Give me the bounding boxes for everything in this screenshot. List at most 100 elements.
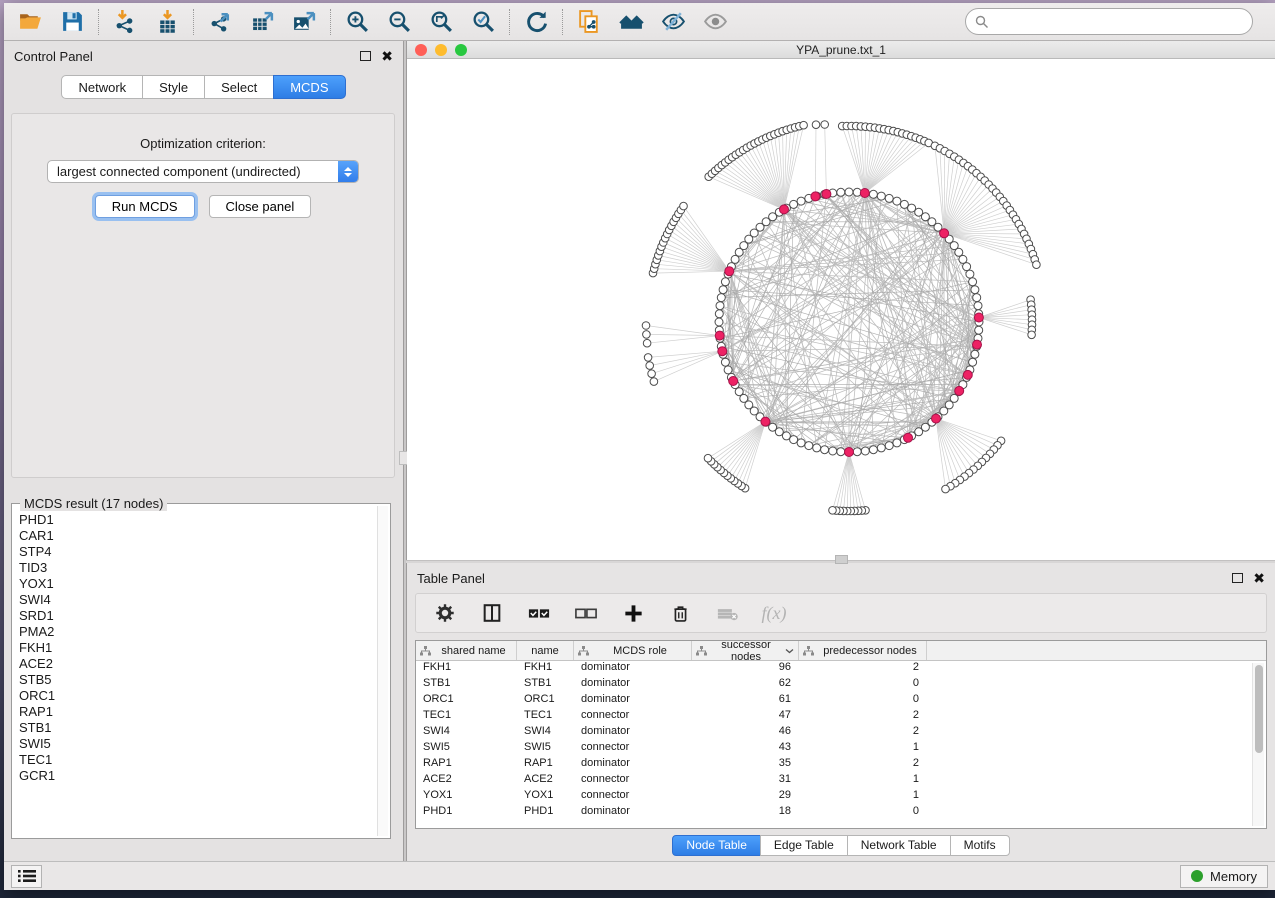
table-row[interactable]: ACE2ACE2connector311 bbox=[416, 773, 1266, 789]
column-header-successor-nodes[interactable]: successor nodes bbox=[692, 641, 799, 660]
column-header-predecessor-nodes[interactable]: predecessor nodes bbox=[799, 641, 927, 660]
memory-status-icon bbox=[1191, 870, 1203, 882]
zoom-selected-icon bbox=[471, 9, 496, 34]
table-row[interactable]: TEC1TEC1connector472 bbox=[416, 709, 1266, 725]
table-cell: ORC1 bbox=[416, 693, 517, 709]
show-panels-button[interactable] bbox=[11, 865, 42, 888]
tab-motifs[interactable]: Motifs bbox=[950, 835, 1010, 856]
horizontal-splitter[interactable] bbox=[406, 560, 1275, 563]
delete-table-button[interactable] bbox=[714, 600, 740, 626]
mcds-result-item[interactable]: STB1 bbox=[14, 720, 376, 736]
table-row[interactable]: YOX1YOX1connector291 bbox=[416, 789, 1266, 805]
table-cell: 43 bbox=[692, 741, 799, 757]
table-cell: connector bbox=[574, 789, 692, 805]
zoom-in-button[interactable] bbox=[343, 8, 371, 36]
show-columns-button[interactable] bbox=[479, 600, 505, 626]
search-input[interactable] bbox=[995, 12, 1252, 32]
table-cell: 2 bbox=[799, 725, 927, 741]
optimization-criterion-select[interactable]: largest connected component (undirected) bbox=[47, 160, 359, 183]
add-column-button[interactable] bbox=[620, 600, 646, 626]
select-all-button[interactable] bbox=[526, 600, 552, 626]
open-session-button[interactable] bbox=[16, 8, 44, 36]
table-scrollbar[interactable] bbox=[1252, 663, 1264, 826]
mcds-result-item[interactable]: GCR1 bbox=[14, 768, 376, 784]
table-cell: PHD1 bbox=[517, 805, 574, 821]
export-network-button[interactable] bbox=[206, 8, 234, 36]
table-row[interactable]: SWI5SWI5connector431 bbox=[416, 741, 1266, 757]
table-cell: ORC1 bbox=[517, 693, 574, 709]
delete-column-button[interactable] bbox=[667, 600, 693, 626]
tab-node-table[interactable]: Node Table bbox=[672, 835, 761, 856]
deselect-all-button[interactable] bbox=[573, 600, 599, 626]
first-neighbors-button[interactable] bbox=[617, 8, 645, 36]
close-panel-icon[interactable]: ✖ bbox=[1253, 573, 1265, 583]
column-header-shared-name[interactable]: shared name bbox=[416, 641, 517, 660]
hide-selected-button[interactable] bbox=[659, 8, 687, 36]
mcds-result-item[interactable]: ORC1 bbox=[14, 688, 376, 704]
table-row[interactable]: SWI4SWI4dominator462 bbox=[416, 725, 1266, 741]
mcds-result-item[interactable]: SWI5 bbox=[14, 736, 376, 752]
run-mcds-button[interactable]: Run MCDS bbox=[95, 195, 195, 218]
network-canvas[interactable] bbox=[407, 59, 1275, 560]
tab-style[interactable]: Style bbox=[142, 75, 205, 99]
mcds-result-item[interactable]: PMA2 bbox=[14, 624, 376, 640]
table-row[interactable]: PHD1PHD1dominator180 bbox=[416, 805, 1266, 821]
new-network-from-selection-button[interactable] bbox=[575, 8, 603, 36]
zoom-fit-button[interactable] bbox=[427, 8, 455, 36]
table-scrollbar-thumb[interactable] bbox=[1255, 665, 1263, 753]
node-table[interactable]: shared namenameMCDS rolesuccessor nodesp… bbox=[415, 640, 1267, 829]
import-network-button[interactable] bbox=[111, 8, 139, 36]
show-all-button[interactable] bbox=[701, 8, 729, 36]
mcds-result-list[interactable]: PHD1CAR1STP4TID3YOX1SWI4SRD1PMA2FKH1ACE2… bbox=[14, 512, 376, 836]
table-row[interactable]: STB1STB1dominator620 bbox=[416, 677, 1266, 693]
mcds-result-item[interactable]: ACE2 bbox=[14, 656, 376, 672]
mcds-list-scrollbar[interactable] bbox=[377, 506, 388, 836]
mcds-result-item[interactable]: PHD1 bbox=[14, 512, 376, 528]
table-row[interactable]: ORC1ORC1dominator610 bbox=[416, 693, 1266, 709]
search-field[interactable] bbox=[965, 8, 1253, 35]
export-image-button[interactable] bbox=[290, 8, 318, 36]
mcds-result-item[interactable]: TID3 bbox=[14, 560, 376, 576]
status-bar: Memory bbox=[4, 861, 1275, 890]
function-builder-button[interactable]: f(x) bbox=[761, 600, 787, 626]
main-toolbar bbox=[4, 3, 1275, 41]
mcds-result-item[interactable]: TEC1 bbox=[14, 752, 376, 768]
save-session-button[interactable] bbox=[58, 8, 86, 36]
column-header-MCDS-role[interactable]: MCDS role bbox=[574, 641, 692, 660]
close-panel-icon[interactable]: ✖ bbox=[381, 51, 393, 61]
tab-network[interactable]: Network bbox=[61, 75, 143, 99]
table-row[interactable]: RAP1RAP1dominator352 bbox=[416, 757, 1266, 773]
splitter-grip[interactable] bbox=[835, 555, 848, 564]
table-options-button[interactable] bbox=[432, 600, 458, 626]
mcds-result-item[interactable]: CAR1 bbox=[14, 528, 376, 544]
tab-select[interactable]: Select bbox=[204, 75, 274, 99]
column-header-name[interactable]: name bbox=[517, 641, 574, 660]
tab-edge-table[interactable]: Edge Table bbox=[760, 835, 848, 856]
mcds-result-item[interactable]: SRD1 bbox=[14, 608, 376, 624]
float-panel-icon[interactable] bbox=[360, 51, 371, 61]
zoom-out-button[interactable] bbox=[385, 8, 413, 36]
mcds-result-item[interactable]: SWI4 bbox=[14, 592, 376, 608]
mcds-result-item[interactable]: STB5 bbox=[14, 672, 376, 688]
import-table-button[interactable] bbox=[153, 8, 181, 36]
table-cell: 62 bbox=[692, 677, 799, 693]
apply-layout-button[interactable] bbox=[522, 8, 550, 36]
memory-button[interactable]: Memory bbox=[1180, 865, 1268, 888]
table-row[interactable]: FKH1FKH1dominator962 bbox=[416, 661, 1266, 677]
float-panel-icon[interactable] bbox=[1232, 573, 1243, 583]
tab-mcds[interactable]: MCDS bbox=[273, 75, 345, 99]
network-view-window: YPA_prune.txt_1 bbox=[406, 41, 1275, 560]
export-network-icon bbox=[208, 9, 233, 34]
zoom-fit-icon bbox=[429, 9, 454, 34]
mcds-result-item[interactable]: STP4 bbox=[14, 544, 376, 560]
zoom-selected-button[interactable] bbox=[469, 8, 497, 36]
mcds-result-item[interactable]: RAP1 bbox=[14, 704, 376, 720]
export-table-button[interactable] bbox=[248, 8, 276, 36]
close-panel-button[interactable]: Close panel bbox=[209, 195, 312, 218]
tab-network-table[interactable]: Network Table bbox=[847, 835, 951, 856]
hierarchy-icon bbox=[696, 646, 707, 656]
table-toolbar: f(x) bbox=[415, 593, 1267, 633]
mcds-result-item[interactable]: YOX1 bbox=[14, 576, 376, 592]
vertical-splitter[interactable] bbox=[403, 41, 406, 861]
mcds-result-item[interactable]: FKH1 bbox=[14, 640, 376, 656]
